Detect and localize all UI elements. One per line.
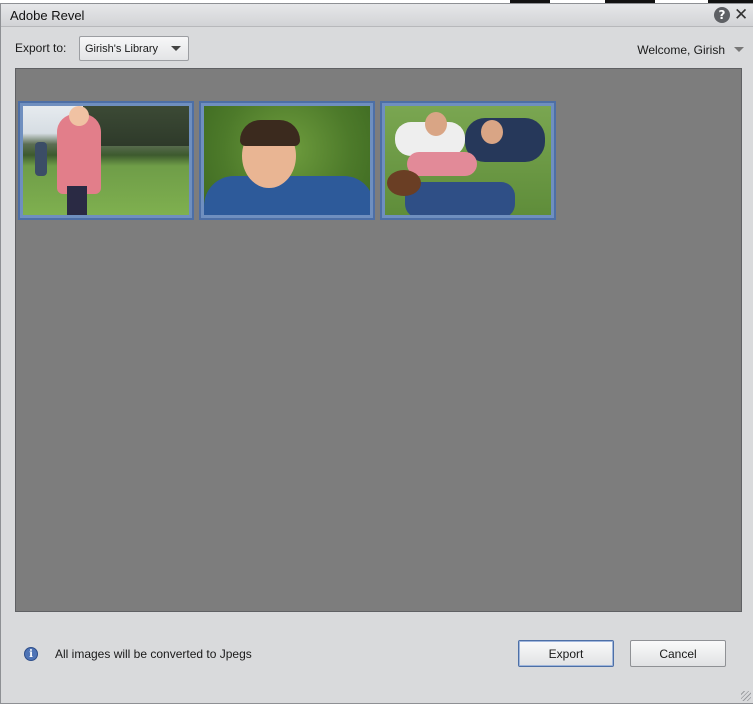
chevron-down-icon[interactable] (734, 47, 744, 52)
photo-thumbnail[interactable] (199, 101, 375, 220)
export-to-label: Export to: (15, 41, 67, 55)
photo-gallery[interactable] (15, 68, 742, 612)
export-dialog: Adobe Revel ? ✕ Export to: Girish's Libr… (0, 3, 753, 704)
photo-thumbnail[interactable] (380, 101, 556, 220)
chevron-down-icon (171, 46, 181, 51)
title-bar[interactable]: Adobe Revel ? ✕ (1, 4, 753, 27)
photo-detail (387, 170, 421, 196)
close-icon[interactable]: ✕ (734, 5, 748, 25)
photo-detail (69, 106, 89, 126)
photo-image (385, 106, 551, 215)
help-icon[interactable]: ? (714, 7, 730, 23)
photo-detail (67, 186, 87, 215)
photo-image (23, 106, 189, 215)
photo-detail (57, 114, 101, 194)
cancel-button[interactable]: Cancel (630, 640, 726, 667)
photo-thumbnail[interactable] (18, 101, 194, 220)
photo-detail (405, 182, 515, 215)
photo-detail (35, 142, 47, 176)
photo-detail (465, 118, 545, 162)
export-button[interactable]: Export (518, 640, 614, 667)
info-icon: i (24, 647, 38, 661)
photo-image (204, 106, 370, 215)
photo-detail (481, 120, 503, 144)
export-destination-select[interactable]: Girish's Library (79, 36, 189, 61)
welcome-user-menu[interactable]: Welcome, Girish (637, 43, 725, 57)
export-destination-value: Girish's Library (85, 42, 159, 55)
photo-detail (425, 112, 447, 136)
photo-detail (240, 120, 300, 146)
photo-detail (407, 152, 477, 176)
resize-grip[interactable] (741, 691, 751, 701)
window-title: Adobe Revel (10, 8, 85, 23)
conversion-notice: All images will be converted to Jpegs (55, 647, 252, 661)
photo-detail (204, 176, 370, 215)
